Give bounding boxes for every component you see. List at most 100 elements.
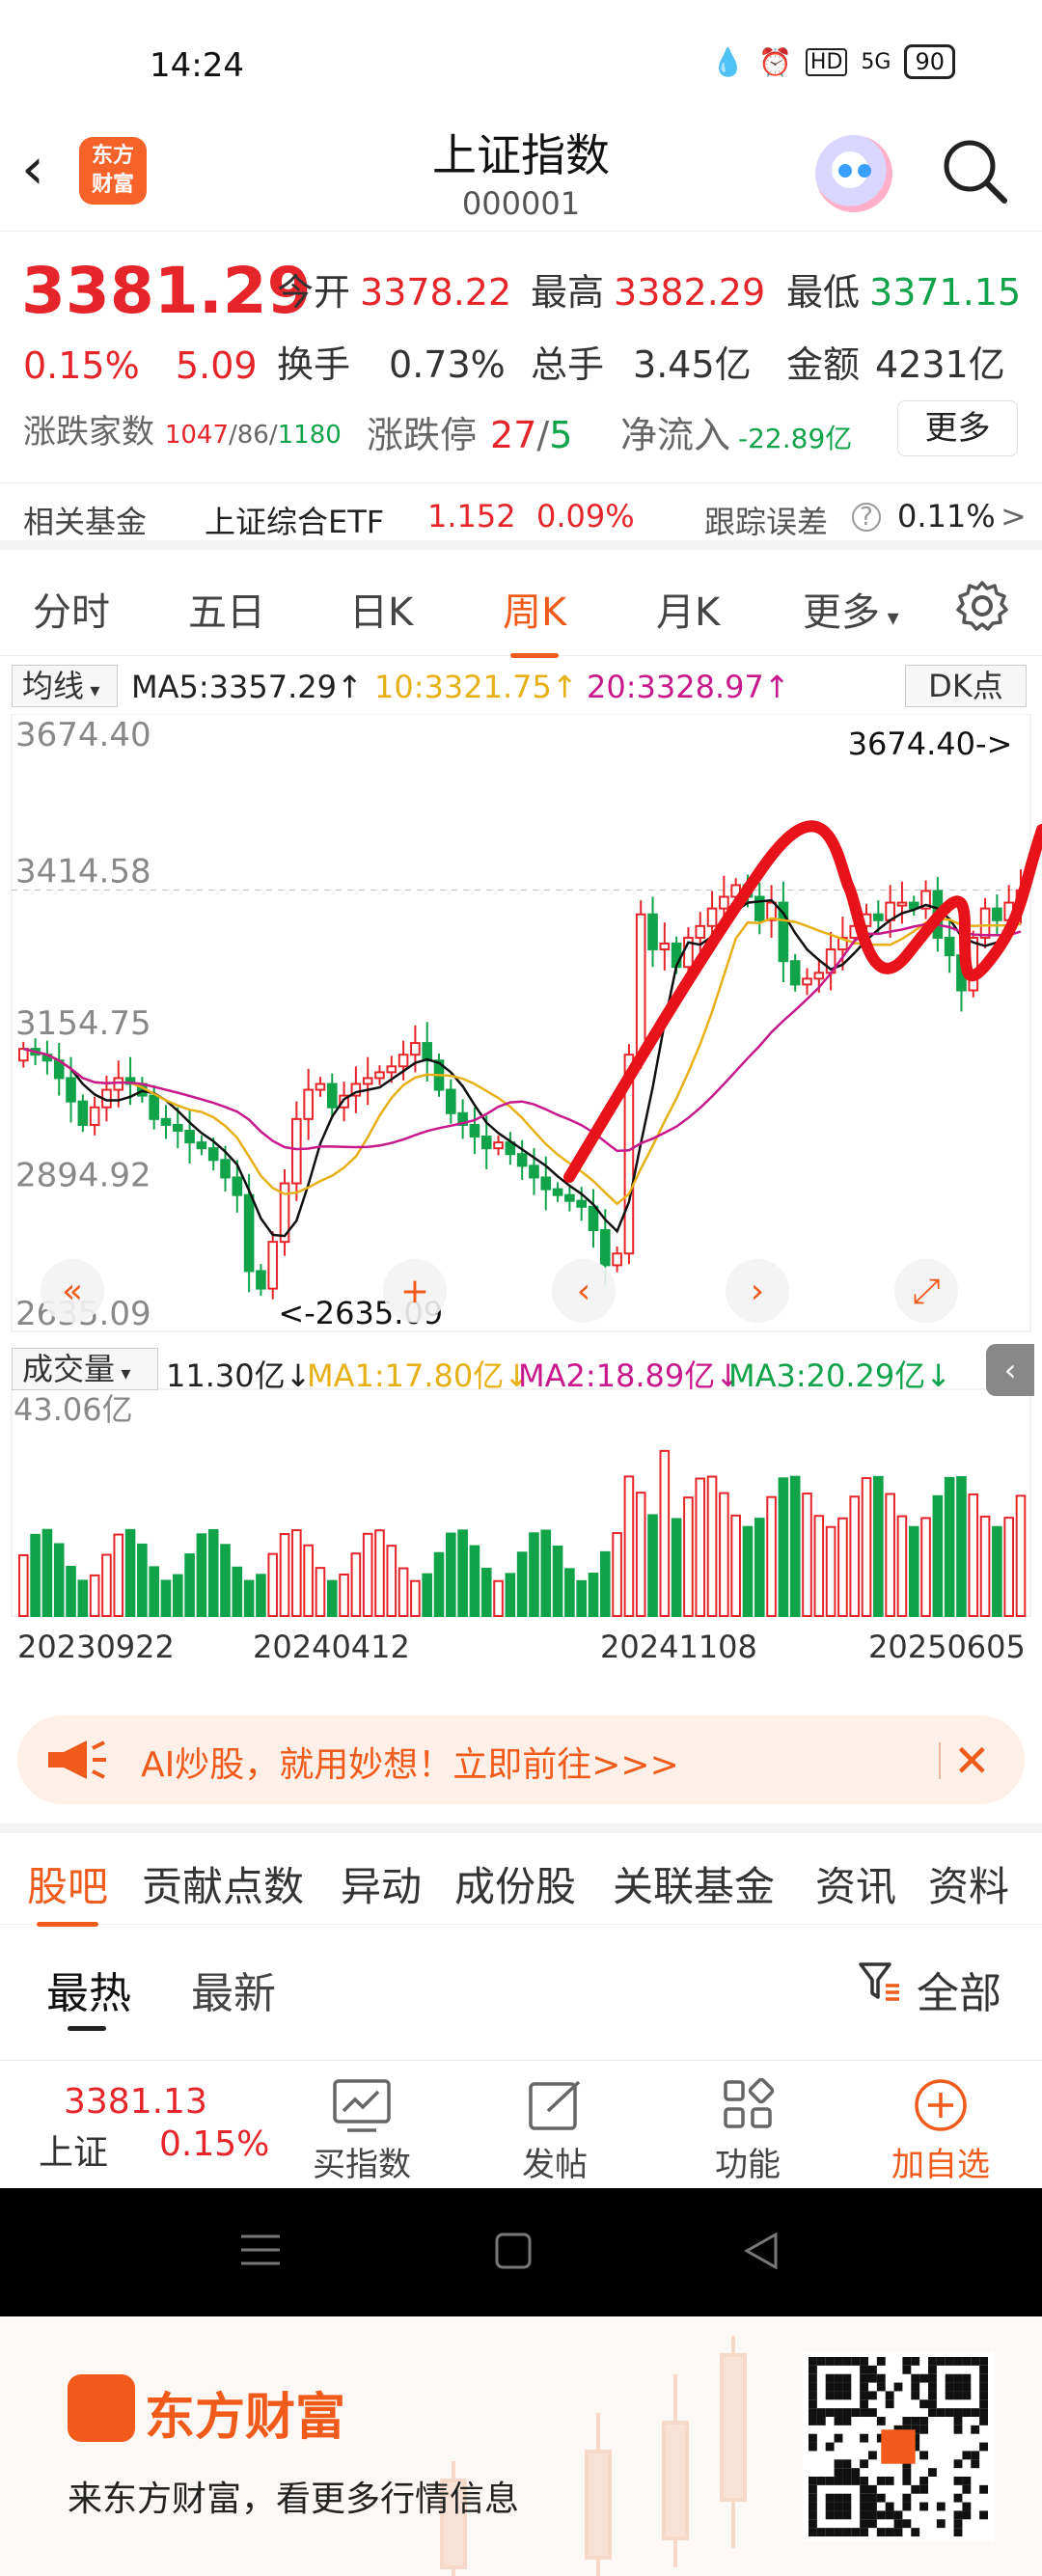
volume-bar	[956, 1476, 967, 1617]
tab-intraday[interactable]: 分时	[33, 581, 110, 637]
volume-bar	[612, 1532, 622, 1618]
candle-body	[232, 1176, 243, 1196]
candle-body	[410, 1042, 421, 1056]
sort-hot[interactable]: 最热	[46, 1959, 131, 2020]
candle-body	[719, 895, 729, 910]
candle-body	[813, 972, 825, 980]
scroll-right-icon[interactable]: ›	[726, 1259, 789, 1323]
chart-line-icon	[333, 2079, 391, 2132]
tab-guba[interactable]: 股吧	[27, 1854, 108, 1927]
bottom-toolbar: 3381.13 上证 0.15% 买指数 发帖 功能 加自选	[0, 2060, 1042, 2188]
tab-movement[interactable]: 异动	[341, 1854, 422, 1913]
more-button[interactable]: 更多	[897, 400, 1018, 456]
sort-new[interactable]: 最新	[191, 1959, 276, 2020]
volume-bar	[374, 1529, 385, 1618]
ma-selector[interactable]: 均线 ▾	[12, 665, 118, 707]
volume-bar	[908, 1525, 919, 1617]
assistant-robot-icon[interactable]	[815, 135, 892, 212]
volume-bar	[695, 1477, 706, 1617]
post-button[interactable]: 发帖	[482, 2070, 627, 2185]
volume-bar	[89, 1574, 100, 1617]
ma5-value: MA5:3357.29↑	[131, 669, 363, 705]
current-price: 3381.29	[21, 254, 312, 328]
volume-bar	[433, 1551, 445, 1617]
volume-bar	[339, 1573, 349, 1617]
x-axis-label: 20230922	[17, 1629, 175, 1665]
volume-bar	[326, 1579, 338, 1618]
ma10-value: 10:3321.75↑	[374, 669, 578, 705]
candle-body	[374, 1071, 385, 1080]
volume-selector[interactable]: 成交量 ▾	[12, 1348, 158, 1390]
menu-icon[interactable]	[241, 2233, 280, 2267]
vol-ma2-value: MA2:18.89亿↓	[518, 1357, 742, 1394]
candle-body	[172, 1123, 183, 1132]
back-nav-icon[interactable]	[743, 2233, 780, 2269]
add-watchlist-button[interactable]: 加自选	[868, 2070, 1013, 2185]
y-axis-label: 3674.40	[15, 716, 151, 754]
chevron-right-icon[interactable]: >	[1001, 498, 1027, 534]
tracking-value: 0.11%	[897, 498, 996, 534]
volume-bar	[992, 1525, 1002, 1618]
volume-bar	[149, 1566, 159, 1617]
ai-promo-banner[interactable]: AI炒股，就用妙想！立即前往>>> ✕	[17, 1715, 1025, 1804]
ma20-value: 20:3328.97↑	[587, 669, 790, 705]
volume-bar	[315, 1567, 326, 1617]
x-axis-label: 20250605	[868, 1629, 1026, 1665]
function-button[interactable]: 功能	[675, 2070, 820, 2185]
candle-body	[540, 1176, 552, 1191]
pan-left-icon[interactable]: «	[41, 1259, 104, 1323]
candle-body	[362, 1077, 373, 1085]
candle-body	[564, 1193, 575, 1202]
y-axis-label: 3154.75	[15, 1004, 151, 1043]
volume-bar	[885, 1493, 895, 1617]
home-icon[interactable]	[495, 2233, 532, 2269]
volume-bar	[410, 1579, 421, 1617]
tab-contribution[interactable]: 贡献点数	[142, 1854, 304, 1913]
tab-constituents[interactable]: 成份股	[454, 1854, 576, 1913]
tab-more[interactable]: 更多 ▾	[803, 581, 899, 637]
tab-related-funds[interactable]: 关联基金	[613, 1854, 775, 1913]
kline-chart[interactable]: 3674.403414.583154.752894.922635.09 43.0…	[0, 714, 1042, 1708]
volume-bar	[220, 1544, 231, 1618]
filter-label[interactable]: 全部	[917, 1959, 1001, 2020]
tab-daily-k[interactable]: 日K	[349, 581, 413, 637]
candle-body	[802, 977, 812, 986]
tab-profile[interactable]: 资料	[928, 1854, 1009, 1913]
footer-ad: 东方财富 来东方财富，看更多行情信息	[0, 2316, 1042, 2576]
help-icon[interactable]: ?	[852, 503, 881, 532]
svg-text:«: «	[62, 1272, 83, 1311]
volume-bar	[41, 1528, 53, 1617]
volume-value: 11.30亿↓	[166, 1357, 312, 1394]
tab-five-day[interactable]: 五日	[188, 581, 265, 637]
candle-body	[612, 1252, 622, 1267]
volume-bar	[469, 1545, 480, 1618]
buy-index-button[interactable]: 买指数	[289, 2070, 434, 2185]
gear-icon[interactable]	[955, 579, 1009, 633]
volume-bar	[979, 1515, 991, 1617]
y-axis-label: 2894.92	[15, 1156, 151, 1194]
collapse-panel-button[interactable]: ‹	[986, 1344, 1034, 1396]
search-icon[interactable]	[941, 137, 1008, 205]
volume-bar	[683, 1496, 694, 1617]
scroll-left-icon[interactable]: ‹	[552, 1259, 616, 1323]
volume-bar	[77, 1579, 89, 1617]
tab-monthly-k[interactable]: 月K	[656, 581, 720, 637]
dk-point-button[interactable]: DK点	[905, 665, 1027, 707]
chart-period-tabs: 分时 五日 日K 周K 月K 更多 ▾	[0, 560, 1042, 658]
x-axis-label: 20241108	[600, 1629, 757, 1665]
fullscreen-icon[interactable]: ⤢	[894, 1259, 958, 1323]
candle-body	[789, 960, 801, 986]
mini-name: 上证	[39, 2133, 109, 2173]
volume-bar	[1015, 1494, 1027, 1617]
volume-bar	[196, 1533, 207, 1617]
candle-body	[706, 907, 718, 927]
zoom-in-icon[interactable]: +	[383, 1259, 447, 1323]
related-fund-row[interactable]: 相关基金 上证综合ETF 1.152 0.09% 跟踪误差 ? 0.11% >	[0, 482, 1042, 550]
close-icon[interactable]: ✕	[953, 1735, 991, 1787]
candle-body	[267, 1241, 279, 1290]
open-stat: 今开 3378.22	[277, 271, 512, 314]
tab-weekly-k[interactable]: 周K	[503, 581, 566, 658]
tab-news[interactable]: 资讯	[815, 1854, 896, 1913]
filter-icon[interactable]	[857, 1959, 903, 2005]
x-axis-label: 20240412	[253, 1629, 410, 1665]
